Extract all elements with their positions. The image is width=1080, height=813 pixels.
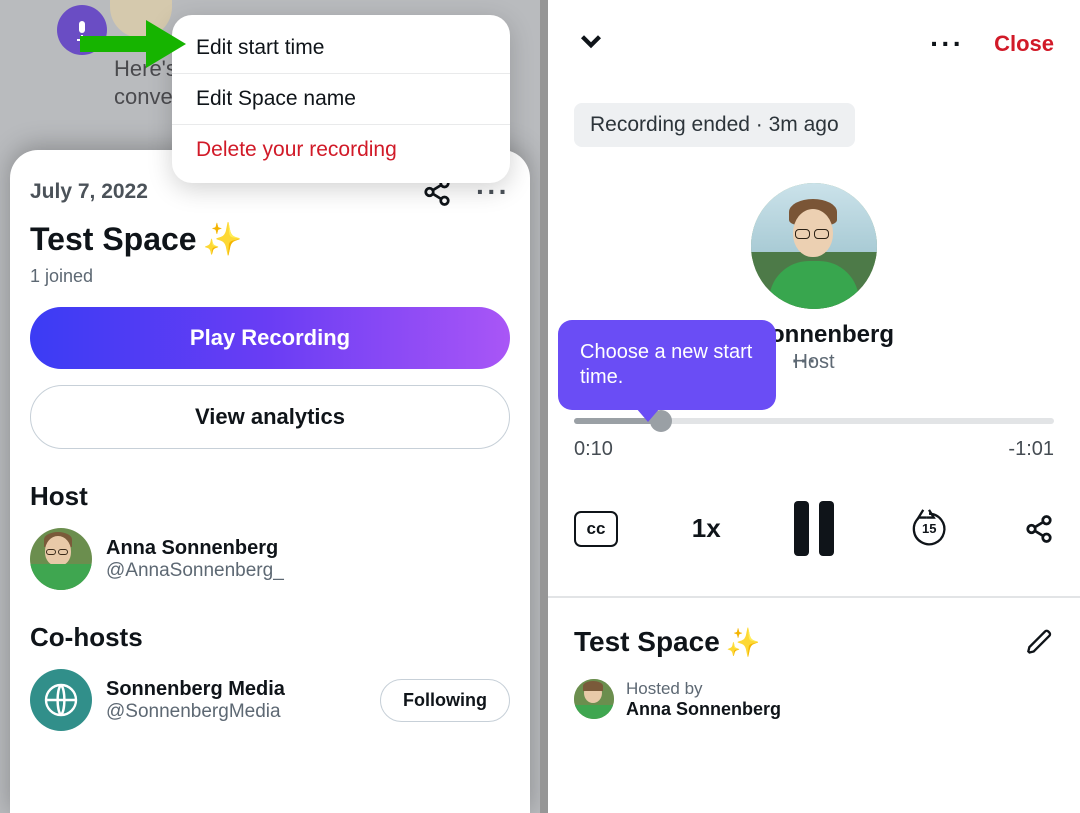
view-analytics-button[interactable]: View analytics — [30, 385, 510, 449]
start-time-tooltip: Choose a new start time. — [558, 320, 776, 410]
time-slider[interactable]: 0:10 -1:01 — [574, 418, 1054, 461]
bg-text-line1: Here's — [114, 56, 177, 81]
host-avatar — [30, 528, 92, 590]
bg-text-line2: conver — [114, 84, 180, 109]
recording-status: Recording ended · 3m ago — [574, 103, 855, 147]
playback-speed-button[interactable]: 1x — [692, 513, 721, 544]
sparkle-icon: ✨ — [726, 626, 761, 659]
captions-button[interactable]: cc — [574, 511, 618, 547]
cohost-avatar — [30, 669, 92, 731]
joined-count: 1 joined — [30, 266, 510, 287]
share-icon[interactable] — [1024, 514, 1054, 544]
detail-space-title-text: Test Space — [574, 626, 720, 658]
host-row[interactable]: Anna Sonnenberg @AnnaSonnenberg_ — [30, 528, 510, 590]
popup-edit-start-time[interactable]: Edit start time — [172, 23, 510, 74]
host-name: Anna Sonnenberg — [106, 537, 284, 560]
skip-seconds-label: 15 — [908, 521, 950, 536]
host-section-title: Host — [30, 481, 510, 512]
edit-title-button[interactable] — [1026, 628, 1054, 656]
right-screenshot: ··· Close Recording ended · 3m ago Choos… — [540, 0, 1080, 813]
popup-delete-recording[interactable]: Delete your recording — [172, 125, 510, 175]
close-button[interactable]: Close — [994, 31, 1054, 57]
options-popup: Edit start time Edit Space name Delete y… — [172, 15, 510, 183]
space-title-text: Test Space — [30, 221, 197, 258]
hosted-by-label: Hosted by — [626, 679, 781, 699]
cohost-name: Sonnenberg Media — [106, 678, 285, 701]
sparkle-icon: ✨ — [203, 220, 243, 258]
skip-forward-15-button[interactable]: 15 — [908, 508, 950, 550]
following-button[interactable]: Following — [380, 679, 510, 722]
bg-avatar-hint — [110, 0, 172, 38]
left-screenshot: Here's conver Edit start time Edit Space… — [0, 0, 540, 813]
mic-icon — [57, 5, 107, 55]
cohosts-section-title: Co-hosts — [30, 622, 510, 653]
cohost-row[interactable]: Sonnenberg Media @SonnenbergMedia Follow… — [30, 669, 510, 731]
section-divider — [548, 596, 1080, 598]
popup-edit-space-name[interactable]: Edit Space name — [172, 74, 510, 125]
space-card: July 7, 2022 ··· Test Space ✨ 1 joined P… — [10, 150, 530, 813]
hosted-by-name: Anna Sonnenberg — [626, 699, 781, 720]
hosted-by-row[interactable]: Hosted by Anna Sonnenberg — [574, 679, 1054, 720]
hosted-by-avatar — [574, 679, 614, 719]
player-avatar — [751, 183, 877, 309]
time-elapsed: 0:10 — [574, 438, 613, 461]
collapse-chevron-icon[interactable] — [574, 24, 608, 63]
more-options-button[interactable]: ··· — [930, 28, 964, 60]
detail-space-title: Test Space ✨ — [574, 626, 761, 659]
space-title: Test Space ✨ — [30, 220, 510, 258]
pause-button[interactable] — [794, 501, 834, 556]
host-more-icon[interactable]: ··· — [792, 351, 818, 374]
space-date: July 7, 2022 — [30, 180, 148, 204]
cohost-handle: @SonnenbergMedia — [106, 701, 285, 723]
play-recording-button[interactable]: Play Recording — [30, 307, 510, 369]
bg-text: Here's conver — [114, 55, 180, 110]
time-remaining: -1:01 — [1008, 438, 1054, 461]
host-handle: @AnnaSonnenberg_ — [106, 560, 284, 582]
